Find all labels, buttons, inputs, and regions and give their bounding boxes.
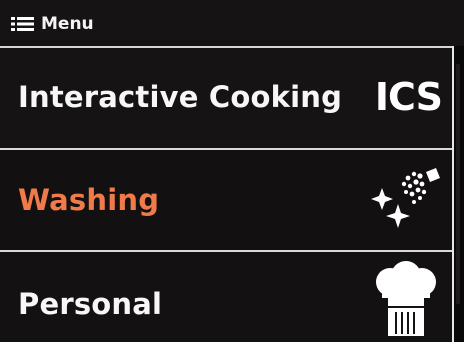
menu-item-label: Washing: [18, 183, 160, 217]
chef-hat-icon: [376, 261, 436, 336]
menu-item-personal[interactable]: Personal: [0, 252, 452, 342]
menu-label[interactable]: Menu: [41, 14, 94, 34]
scroll-thumb[interactable]: [456, 64, 460, 304]
hamburger-menu-icon[interactable]: [11, 17, 34, 31]
washing-spray-icon: [371, 168, 440, 228]
top-bar[interactable]: Menu: [0, 0, 464, 46]
menu-item-label: Personal: [18, 287, 163, 321]
menu-list: Interactive Cooking ICS Washing Personal: [0, 46, 452, 342]
scrollbar[interactable]: [452, 46, 464, 342]
menu-item-washing[interactable]: Washing: [0, 150, 452, 250]
menu-item-label: Interactive Cooking: [18, 80, 343, 114]
app-screen: Menu Interactive Cooking ICS Washing Per…: [0, 0, 464, 342]
ics-icon: ICS: [374, 75, 443, 119]
menu-item-interactive-cooking[interactable]: Interactive Cooking ICS: [0, 48, 452, 148]
